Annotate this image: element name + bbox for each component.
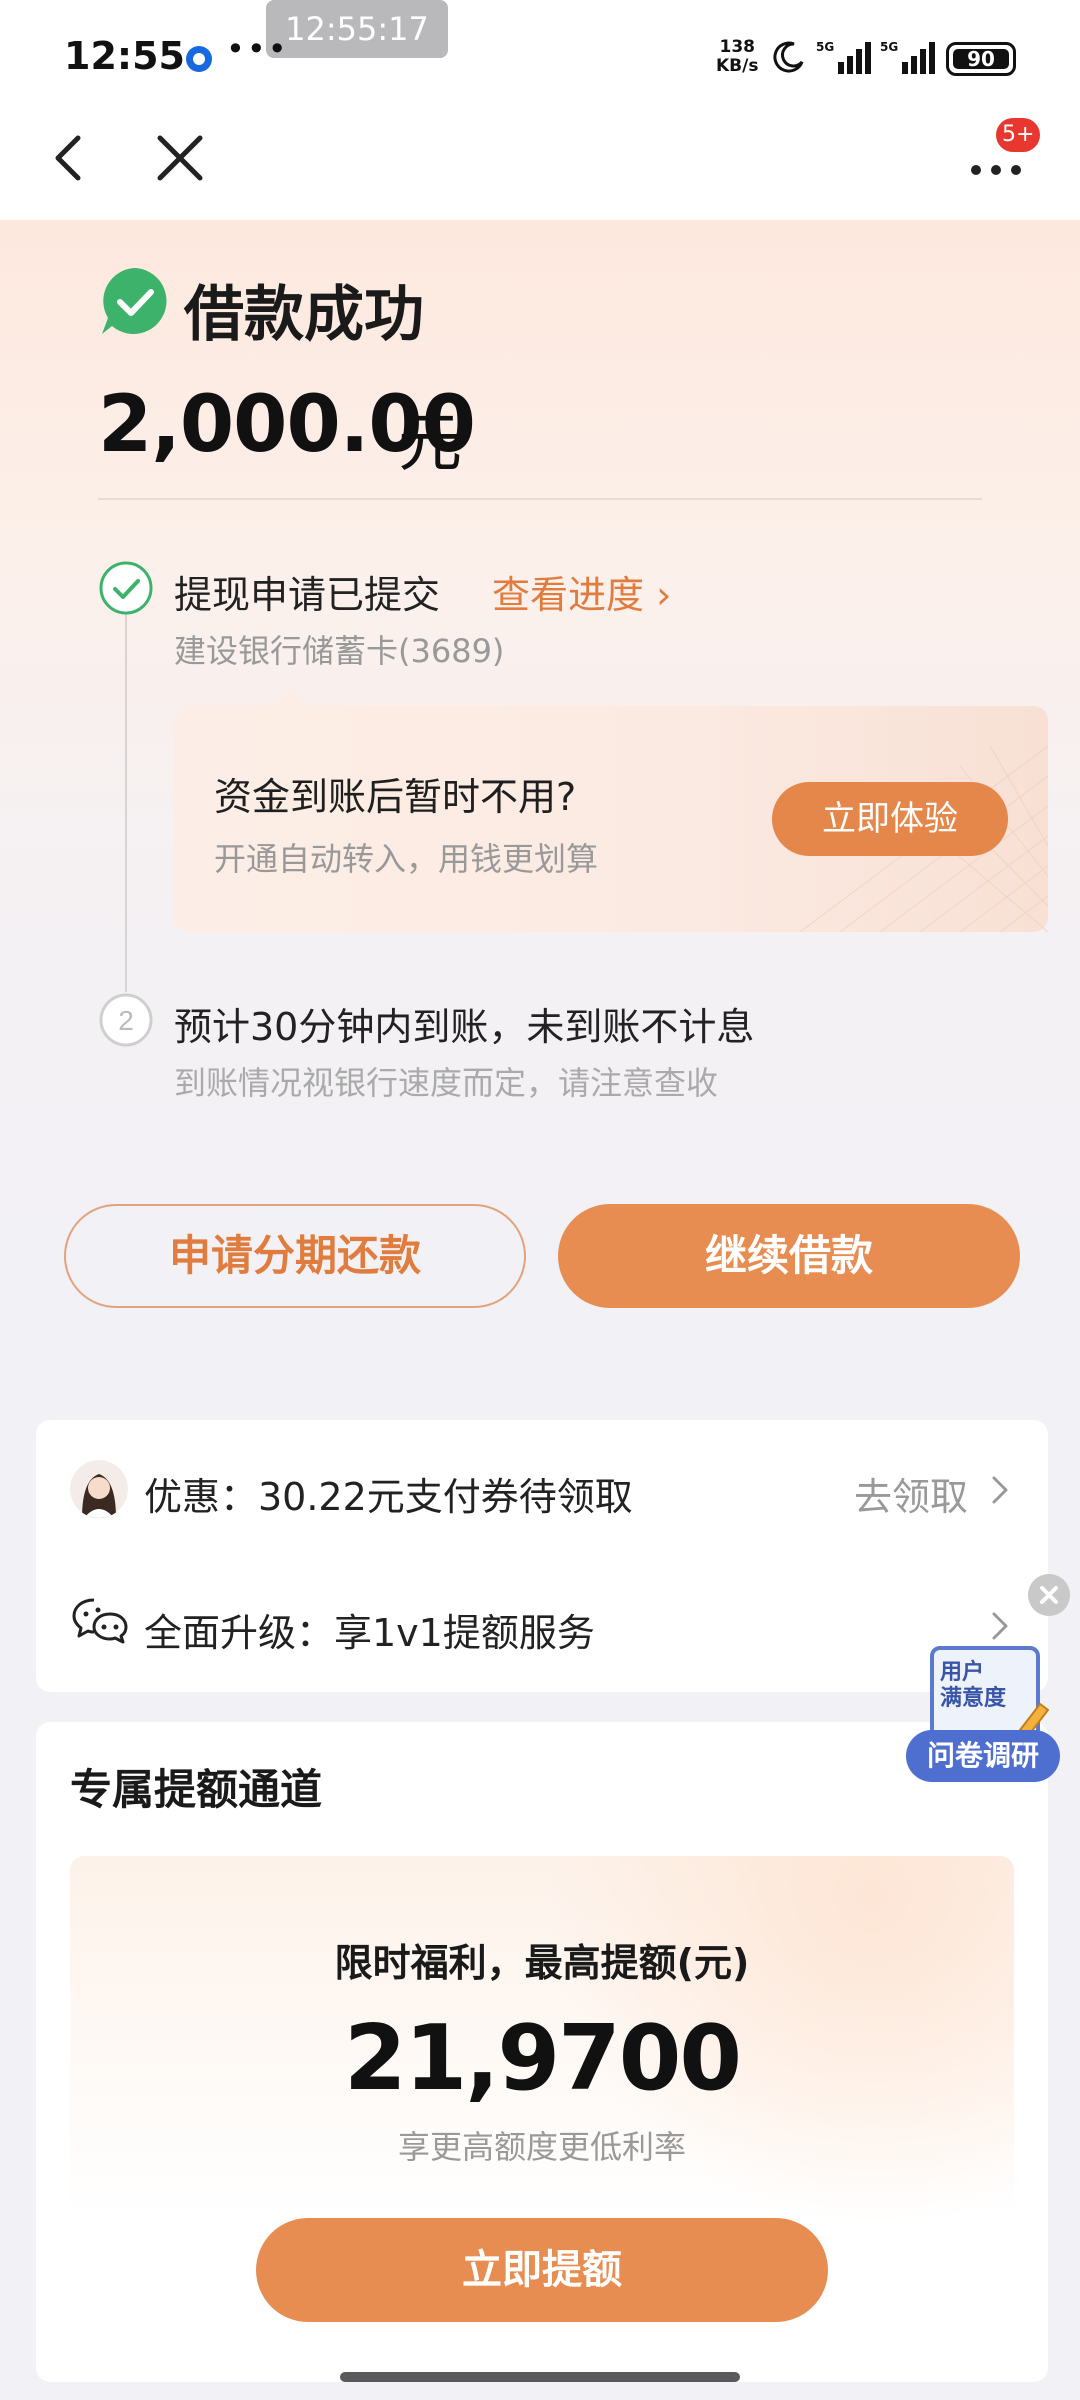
exclusive-card-title: 专属提额通道: [70, 1765, 323, 1814]
survey-clipboard-text: 用户 满意度: [940, 1660, 1006, 1712]
signal-bars-icon: [902, 42, 935, 74]
app-notification-icon: [186, 46, 212, 72]
cellular-signal-icon: 5G: [816, 40, 874, 76]
timeline-line: [125, 612, 127, 992]
coupon-text[interactable]: 优惠：30.22元支付券待领取: [144, 1466, 633, 1521]
close-icon[interactable]: [150, 124, 210, 190]
limit-heading: 限时福利，最高提额(元): [334, 1941, 750, 1985]
try-now-button[interactable]: 立即体验: [772, 782, 1008, 856]
signal-bars-icon: [838, 42, 871, 74]
status-clock: 12:55: [64, 34, 185, 78]
back-arrow-icon[interactable]: [40, 122, 100, 192]
chat-bubbles-icon: [72, 1598, 128, 1644]
battery-icon: 90: [946, 42, 1016, 76]
avatar: [70, 1460, 128, 1518]
status-more-icon: •••: [226, 30, 289, 68]
step-1-title: 提现申请已提交: [174, 573, 441, 617]
view-progress-link[interactable]: 查看进度 ›: [492, 564, 671, 619]
loan-amount-unit: 元: [398, 407, 462, 481]
limit-service-upgrade-text[interactable]: 全面升级：享1v1提额服务: [144, 1602, 595, 1657]
step-2-number: 2: [118, 1005, 134, 1036]
chevron-right-icon[interactable]: [988, 1606, 1014, 1646]
network-speed: 138 KB/s: [716, 38, 758, 76]
promo-pointer: [270, 688, 310, 708]
survey-close-icon[interactable]: [1028, 1574, 1070, 1616]
network-speed-value: 138: [719, 37, 755, 57]
promo-subtitle: 开通自动转入，用钱更划算: [214, 840, 599, 878]
do-not-disturb-moon-icon: [773, 41, 804, 73]
promo-title: 资金到账后暂时不用?: [214, 775, 577, 819]
step-2-title: 预计30分钟内到账，未到账不计息: [174, 1005, 755, 1049]
step-check-icon: [99, 561, 153, 615]
battery-level: 90: [953, 49, 1009, 69]
step-2-subtitle: 到账情况视银行速度而定，请注意查收: [174, 1064, 719, 1102]
max-limit-amount: 21,9700: [344, 2006, 742, 2111]
survey-clip-line-2: 满意度: [940, 1686, 1007, 1711]
survey-button[interactable]: 问卷调研: [906, 1730, 1060, 1782]
continue-borrowing-button[interactable]: 继续借款: [558, 1204, 1020, 1308]
notification-badge: 5+: [996, 118, 1041, 152]
divider: [98, 498, 982, 500]
success-title: 借款成功: [184, 280, 424, 350]
network-speed-unit: KB/s: [716, 56, 759, 76]
limit-subtitle: 享更高额度更低利率: [397, 2128, 686, 2166]
chevron-right-icon[interactable]: [988, 1470, 1014, 1510]
raise-limit-button[interactable]: 立即提额: [256, 2218, 828, 2322]
nav-bar: 5+: [0, 100, 1080, 220]
cellular-signal-icon: 5G: [880, 40, 938, 76]
survey-clip-line-1: 用户: [940, 1660, 985, 1685]
success-check-icon: [102, 268, 167, 334]
apply-installment-button[interactable]: 申请分期还款: [64, 1204, 526, 1308]
claim-coupon-link[interactable]: 去领取: [854, 1466, 968, 1521]
step-number-icon: 2: [99, 993, 153, 1047]
screen-time-overlay: 12:55:17: [266, 0, 448, 58]
step-1-subtitle: 建设银行储蓄卡(3689): [174, 632, 505, 670]
home-indicator[interactable]: [340, 2372, 740, 2382]
